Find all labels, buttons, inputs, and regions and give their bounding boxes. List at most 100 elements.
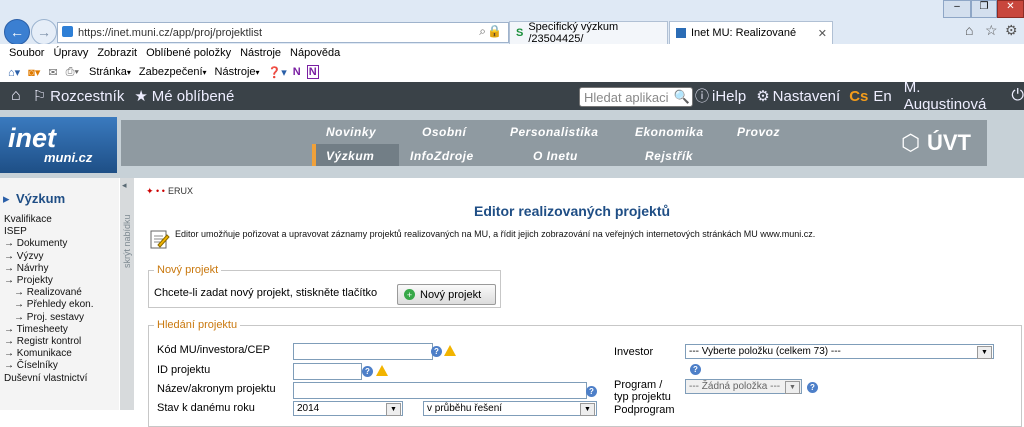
tab-inet[interactable]: Inet MU: Realizované ✕ bbox=[669, 21, 833, 44]
onenote-icon[interactable]: N bbox=[293, 66, 301, 78]
tools-menu[interactable]: Nástroje bbox=[215, 66, 256, 78]
star-icon: ★ bbox=[134, 88, 148, 105]
menu-upravy[interactable]: Úpravy bbox=[53, 47, 88, 59]
onenote-linked-icon[interactable]: N bbox=[306, 65, 319, 79]
back-button[interactable]: ← bbox=[4, 19, 30, 45]
stav-year-select[interactable]: 2014 ▼ bbox=[293, 401, 403, 416]
oblibene-label: Mé oblíbené bbox=[151, 87, 235, 105]
address-url: https://inet.muni.cz/app/proj/projektlis… bbox=[78, 26, 263, 39]
sidebar-collapse-bar[interactable]: ◂ skrýt nabídku bbox=[120, 178, 134, 410]
breadcrumb[interactable]: ERUX bbox=[168, 186, 193, 196]
podprogram-label: Podprogram bbox=[614, 404, 675, 416]
nav-rejstrik[interactable]: Rejstřík bbox=[645, 149, 693, 163]
stav-value: v průběhu řešení bbox=[427, 403, 503, 414]
sidebar-item-registr[interactable]: → Registr kontrol bbox=[4, 336, 94, 348]
tab-specificky[interactable]: S Specifický výzkum /23504425/ bbox=[509, 21, 668, 45]
sidebar-item-realizovane[interactable]: → Realizované bbox=[4, 287, 94, 299]
chevron-down-icon: ▼ bbox=[785, 381, 800, 394]
tab-close-icon[interactable]: ✕ bbox=[818, 27, 827, 40]
nav-osobni[interactable]: Osobní bbox=[422, 125, 466, 139]
kod-input[interactable] bbox=[293, 343, 433, 360]
stav-year-value: 2014 bbox=[297, 403, 320, 414]
nav-vyzkum[interactable]: Výzkum bbox=[326, 149, 374, 163]
search-input[interactable]: Hledat aplikaci 🔍 bbox=[579, 87, 693, 107]
sidebar-item-projekty[interactable]: → Projekty bbox=[4, 275, 94, 287]
sidebar-item-ciselniky[interactable]: → Číselníky bbox=[4, 360, 94, 372]
sidebar-title: Výzkum bbox=[16, 191, 66, 206]
gear-icon: ⚙ bbox=[756, 88, 770, 105]
nav-novinky[interactable]: Novinky bbox=[326, 125, 376, 139]
maximize-button[interactable]: ❐ bbox=[970, 0, 997, 18]
ihelp-link[interactable]: iHelp bbox=[712, 88, 746, 105]
sidebar-item-komunikace[interactable]: → Komunikace bbox=[4, 348, 94, 360]
inet-right-links: ⓘ iHelp ⚙ Nastavení Cs En M. Augustinová… bbox=[695, 79, 1024, 113]
nav-o-inetu[interactable]: O Inetu bbox=[533, 149, 578, 163]
favorites-star-icon[interactable]: ☆ bbox=[985, 22, 998, 39]
menu-oblibene[interactable]: Oblíbené položky bbox=[146, 47, 231, 59]
close-button[interactable]: ✕ bbox=[997, 0, 1024, 18]
nazev-input[interactable] bbox=[293, 382, 587, 399]
nav-infozdroje[interactable]: InfoZdroje bbox=[410, 149, 474, 163]
mail-icon[interactable]: ✉ bbox=[48, 66, 57, 79]
edit-document-icon bbox=[148, 228, 170, 250]
rozcestnik-link[interactable]: ⌂ ⚐ Rozcestník bbox=[11, 87, 124, 105]
nav-personalistika[interactable]: Personalistika bbox=[510, 125, 598, 139]
menu-zobrazit[interactable]: Zobrazit bbox=[97, 47, 137, 59]
nav-ekonomika[interactable]: Ekonomika bbox=[635, 125, 704, 139]
home-icon[interactable]: ⌂ bbox=[965, 22, 973, 38]
lang-en[interactable]: En bbox=[873, 88, 891, 105]
minimize-button[interactable]: – bbox=[943, 0, 971, 18]
sidebar-item-dokumenty[interactable]: → Dokumenty bbox=[4, 238, 94, 250]
sidebar-item-prehledy[interactable]: → Přehledy ekon. bbox=[4, 299, 94, 311]
investor-label: Investor bbox=[614, 346, 654, 358]
id-input[interactable] bbox=[293, 363, 362, 380]
sidebar-item-isep[interactable]: ISEP bbox=[4, 226, 94, 238]
forward-button[interactable]: → bbox=[31, 19, 57, 45]
id-label: ID projektu bbox=[157, 364, 211, 376]
user-name[interactable]: M. Augustinová bbox=[904, 79, 1002, 113]
new-project-button[interactable]: + Nový projekt bbox=[397, 284, 496, 305]
program-label-line2: typ projektu bbox=[614, 391, 671, 403]
lang-cs[interactable]: Cs bbox=[849, 88, 868, 105]
gear-icon[interactable]: ⚙ bbox=[1005, 22, 1018, 39]
security-menu[interactable]: Zabezpečení bbox=[139, 66, 203, 78]
sidebar-item-navrhy[interactable]: → Návrhy bbox=[4, 263, 94, 275]
help-icon[interactable]: ? bbox=[807, 382, 818, 393]
search-icon: 🔍 bbox=[673, 89, 690, 104]
main-navigation: Novinky Osobní Personalistika Ekonomika … bbox=[121, 120, 987, 166]
page-menu[interactable]: Stránka bbox=[89, 66, 127, 78]
investor-select[interactable]: --- Vyberte položku (celkem 73) --- ▼ bbox=[685, 344, 994, 359]
power-icon[interactable]: ⏻ bbox=[1011, 87, 1024, 105]
oblibene-link[interactable]: ★ Mé oblíbené bbox=[134, 87, 235, 106]
sidebar-item-dusevni[interactable]: Duševní vlastnictví bbox=[4, 373, 94, 385]
settings-link[interactable]: Nastavení bbox=[773, 88, 841, 105]
window-controls: – ❐ ✕ bbox=[943, 0, 1024, 18]
sidebar-item-proj-sestavy[interactable]: → Proj. sestavy bbox=[4, 312, 94, 324]
print-icon[interactable]: ⎙▾ bbox=[66, 66, 79, 79]
address-bar[interactable]: https://inet.muni.cz/app/proj/projektlis… bbox=[57, 22, 509, 43]
menu-napoveda[interactable]: Nápověda bbox=[290, 47, 340, 59]
sidebar-item-kvalifikace[interactable]: Kvalifikace bbox=[4, 214, 94, 226]
arrow-right-icon: ▸ bbox=[3, 191, 10, 206]
tab-favicon-icon: S bbox=[516, 27, 524, 39]
home-icon[interactable]: ⌂▾ bbox=[8, 66, 20, 79]
rss-icon[interactable]: ◙▾ bbox=[28, 66, 40, 79]
menu-nastroje[interactable]: Nástroje bbox=[240, 47, 281, 59]
inet-logo[interactable]: inet muni.cz bbox=[0, 117, 117, 173]
collapse-label: skrýt nabídku bbox=[122, 214, 132, 268]
help-icon[interactable]: ❓▾ bbox=[268, 66, 287, 79]
breadcrumb-marker-icon: ✦ • • bbox=[146, 186, 165, 196]
menu-soubor[interactable]: Soubor bbox=[9, 47, 44, 59]
help-icon[interactable]: ? bbox=[362, 366, 373, 377]
search-dropdown-icon[interactable]: ⌕ bbox=[479, 24, 486, 39]
search-legend: Hledání projektu bbox=[154, 319, 241, 331]
stav-select[interactable]: v průběhu řešení ▼ bbox=[423, 401, 597, 416]
nav-provoz[interactable]: Provoz bbox=[737, 125, 780, 139]
sidebar-item-timesheety[interactable]: → Timesheety bbox=[4, 324, 94, 336]
sidebar-item-vyzvy[interactable]: → Výzvy bbox=[4, 251, 94, 263]
help-icon[interactable]: ? bbox=[690, 364, 701, 375]
help-icon[interactable]: ? bbox=[431, 346, 442, 357]
program-select[interactable]: --- Žádná položka --- ▼ bbox=[685, 379, 802, 394]
help-icon[interactable]: ? bbox=[586, 386, 597, 397]
command-bar: ⌂▾ ◙▾ ✉ ⎙▾ Stránka ▾ Zabezpečení ▾ Nástroj… bbox=[0, 62, 1024, 82]
